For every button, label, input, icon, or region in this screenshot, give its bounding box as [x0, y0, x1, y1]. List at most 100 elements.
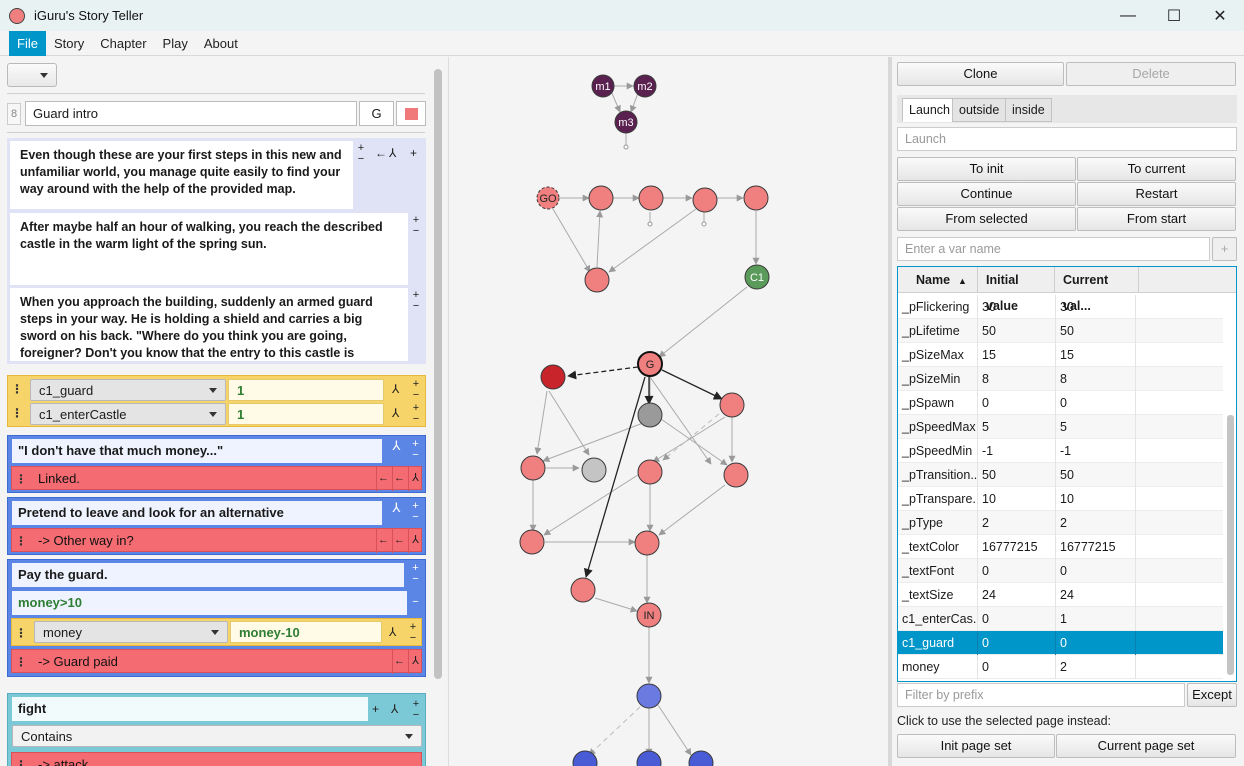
add-paragraph-button[interactable]: +: [411, 215, 421, 226]
restart-button[interactable]: Restart: [1077, 182, 1236, 206]
condition-operator-select[interactable]: Contains: [12, 725, 422, 747]
column-name[interactable]: Name ▲: [898, 267, 978, 293]
table-row[interactable]: _pFlickering 30 30: [898, 295, 1223, 319]
link-target[interactable]: Linked.: [38, 471, 80, 486]
to-init-button[interactable]: To init: [897, 157, 1076, 181]
remove-paragraph-button[interactable]: −: [411, 226, 421, 237]
remove-paragraph-button[interactable]: −: [356, 154, 366, 165]
add-paragraph-button[interactable]: +: [411, 290, 421, 301]
from-selected-button[interactable]: From selected: [897, 207, 1076, 231]
branch-icon[interactable]: ⅄: [389, 146, 396, 160]
table-row[interactable]: _textFont 0 0: [898, 559, 1223, 583]
branch-icon[interactable]: ⅄: [408, 467, 422, 491]
to-current-button[interactable]: To current: [1077, 157, 1236, 181]
arrow-left-icon[interactable]: ←: [375, 146, 387, 160]
remove-choice-button[interactable]: −: [411, 710, 421, 721]
paragraph-1[interactable]: Even though these are your first steps i…: [10, 141, 353, 209]
table-row[interactable]: _textSize 24 24: [898, 583, 1223, 607]
page-selector-dropdown[interactable]: [7, 63, 57, 87]
arrow-left-icon[interactable]: ←: [392, 650, 406, 674]
except-button[interactable]: Except: [1187, 683, 1237, 707]
continue-button[interactable]: Continue: [897, 182, 1076, 206]
menu-chapter[interactable]: Chapter: [92, 31, 154, 56]
branch-icon[interactable]: ⅄: [391, 702, 398, 716]
condition-variable-select[interactable]: c1_enterCastle: [30, 403, 226, 425]
drag-handle-icon[interactable]: ⋮: [10, 406, 24, 420]
from-start-button[interactable]: From start: [1077, 207, 1236, 231]
choice-text[interactable]: fight: [12, 697, 368, 721]
branch-icon[interactable]: ⅄: [408, 529, 422, 553]
table-row[interactable]: _pSpeedMax 5 5: [898, 415, 1223, 439]
tab-inside[interactable]: inside: [1005, 98, 1052, 122]
arrow-left-icon[interactable]: ←: [376, 467, 390, 491]
tab-outside[interactable]: outside: [952, 98, 1007, 122]
tab-launch[interactable]: Launch: [902, 98, 958, 122]
condition-value-field[interactable]: 1: [228, 403, 384, 425]
add-condition-button[interactable]: +: [411, 379, 421, 390]
table-row[interactable]: _pTranspare... 10 10: [898, 487, 1223, 511]
minimize-icon[interactable]: —: [1105, 0, 1151, 31]
remove-condition-button[interactable]: −: [411, 414, 421, 425]
menu-about[interactable]: About: [196, 31, 246, 56]
var-name-input[interactable]: Enter a var name: [897, 237, 1210, 261]
effect-variable-select[interactable]: money: [34, 621, 228, 643]
current-page-set-button[interactable]: Current page set: [1056, 734, 1236, 758]
remove-condition-button[interactable]: −: [411, 390, 421, 401]
page-color-picker[interactable]: [396, 101, 426, 126]
drag-handle-icon[interactable]: ⋮: [14, 472, 28, 486]
story-graph-canvas[interactable]: m1 m2 m3 GO C1 G IN: [448, 57, 888, 766]
link-target[interactable]: -> Guard paid: [38, 654, 118, 669]
group-button[interactable]: G: [359, 101, 394, 126]
table-row[interactable]: _pSpeedMin -1 -1: [898, 439, 1223, 463]
drag-handle-icon[interactable]: ⋮: [14, 655, 28, 669]
arrow-left-icon[interactable]: ←: [392, 529, 406, 553]
table-scroll-thumb[interactable]: [1227, 415, 1234, 675]
condition-value-field[interactable]: 1: [228, 379, 384, 401]
choice-text[interactable]: Pay the guard.: [12, 563, 404, 587]
branch-icon[interactable]: ⅄: [390, 439, 403, 464]
table-row[interactable]: _pType 2 2: [898, 511, 1223, 535]
drag-handle-icon[interactable]: ⋮: [14, 758, 28, 766]
condition-variable-select[interactable]: c1_guard: [30, 379, 226, 401]
effect-value-field[interactable]: money-10: [230, 621, 382, 643]
table-row[interactable]: _pSpawn 0 0: [898, 391, 1223, 415]
branch-icon[interactable]: ⅄: [389, 625, 396, 639]
menu-play[interactable]: Play: [155, 31, 196, 56]
branch-icon[interactable]: ⅄: [392, 382, 399, 396]
clone-button[interactable]: Clone: [897, 62, 1064, 86]
branch-icon[interactable]: ⅄: [392, 406, 399, 420]
add-condition-button[interactable]: +: [411, 403, 421, 414]
choice-text[interactable]: Pretend to leave and look for an alterna…: [12, 501, 382, 525]
close-icon[interactable]: ✕: [1197, 0, 1243, 31]
table-row[interactable]: _pLifetime 50 50: [898, 319, 1223, 343]
choice-text[interactable]: "I don't have that much money...": [12, 439, 382, 463]
table-row-selected[interactable]: c1_guard 0 0: [898, 631, 1223, 655]
paragraph-2[interactable]: After maybe half an hour of walking, you…: [10, 213, 408, 285]
launch-input[interactable]: Launch: [897, 127, 1237, 151]
choice-condition[interactable]: money>10: [12, 591, 407, 615]
add-paragraph-button[interactable]: +: [356, 143, 366, 154]
link-target[interactable]: -> Other way in?: [38, 533, 134, 548]
editor-scroll-thumb[interactable]: [434, 69, 442, 679]
table-row[interactable]: _pTransition... 50 50: [898, 463, 1223, 487]
arrow-left-icon[interactable]: ←: [376, 529, 390, 553]
menu-story[interactable]: Story: [46, 31, 92, 56]
page-title-input[interactable]: Guard intro: [25, 101, 357, 126]
table-row[interactable]: money 0 2: [898, 655, 1223, 679]
drag-handle-icon[interactable]: ⋮: [14, 534, 28, 548]
table-row[interactable]: c1_enterCas... 0 1: [898, 607, 1223, 631]
remove-choice-button[interactable]: −: [409, 574, 422, 598]
branch-icon[interactable]: ⅄: [390, 501, 403, 526]
add-var-button[interactable]: +: [1212, 237, 1237, 261]
table-row[interactable]: _pSizeMin 8 8: [898, 367, 1223, 391]
remove-paragraph-button[interactable]: −: [411, 301, 421, 312]
add-choice-button[interactable]: +: [411, 699, 421, 710]
add-effect-button[interactable]: +: [408, 622, 418, 633]
menu-file[interactable]: File: [9, 30, 46, 56]
remove-effect-button[interactable]: −: [408, 633, 418, 644]
column-initial-value[interactable]: Initial value: [978, 267, 1055, 313]
link-target[interactable]: -> attack: [38, 757, 88, 766]
add-icon[interactable]: +: [372, 702, 379, 716]
arrow-left-icon[interactable]: ←: [392, 467, 406, 491]
drag-handle-icon[interactable]: ⋮: [10, 382, 24, 396]
